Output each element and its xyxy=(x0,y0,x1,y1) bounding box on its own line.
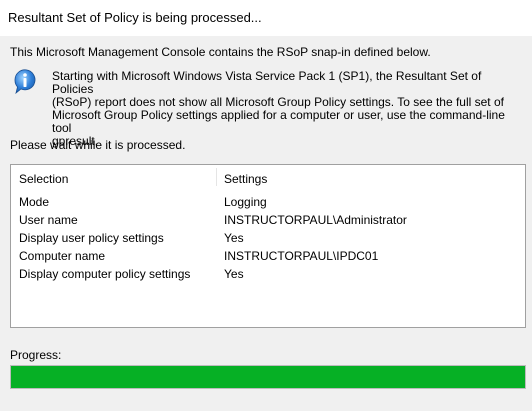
settings-cell: INSTRUCTORPAUL\IPDC01 xyxy=(224,249,379,263)
column-divider[interactable] xyxy=(216,168,217,186)
progress-bar xyxy=(10,365,526,389)
title-bar: Resultant Set of Policy is being process… xyxy=(0,0,532,36)
column-header-selection[interactable]: Selection xyxy=(19,172,68,186)
info-line: Microsoft Group Policy settings applied … xyxy=(52,108,505,135)
list-item[interactable]: Computer name INSTRUCTORPAUL\IPDC01 xyxy=(11,249,525,267)
window-title: Resultant Set of Policy is being process… xyxy=(8,10,262,25)
selection-cell: Display user policy settings xyxy=(19,231,164,245)
selection-cell: Mode xyxy=(19,195,50,209)
settings-list[interactable]: Selection Settings Mode Logging User nam… xyxy=(10,164,526,328)
settings-cell: Yes xyxy=(224,267,244,281)
selection-cell: Display computer policy settings xyxy=(19,267,191,281)
list-item[interactable]: Display computer policy settings Yes xyxy=(11,267,525,285)
list-item[interactable]: User name INSTRUCTORPAUL\Administrator xyxy=(11,213,525,231)
intro-text: This Microsoft Management Console contai… xyxy=(10,45,431,59)
settings-cell: INSTRUCTORPAUL\Administrator xyxy=(224,213,407,227)
list-item[interactable]: Mode Logging xyxy=(11,195,525,213)
list-header: Selection Settings xyxy=(11,165,525,187)
selection-cell: Computer name xyxy=(19,249,106,263)
selection-cell: User name xyxy=(19,213,78,227)
list-item[interactable]: Display user policy settings Yes xyxy=(11,231,525,249)
info-line: Starting with Microsoft Windows Vista Se… xyxy=(52,69,482,96)
info-icon xyxy=(14,69,36,94)
info-message: Starting with Microsoft Windows Vista Se… xyxy=(52,70,522,148)
wait-text: Please wait while it is processed. xyxy=(10,138,186,152)
settings-cell: Yes xyxy=(224,231,244,245)
progress-fill xyxy=(11,366,525,388)
progress-label: Progress: xyxy=(10,348,62,362)
settings-cell: Logging xyxy=(224,195,267,209)
column-header-settings[interactable]: Settings xyxy=(224,172,267,186)
